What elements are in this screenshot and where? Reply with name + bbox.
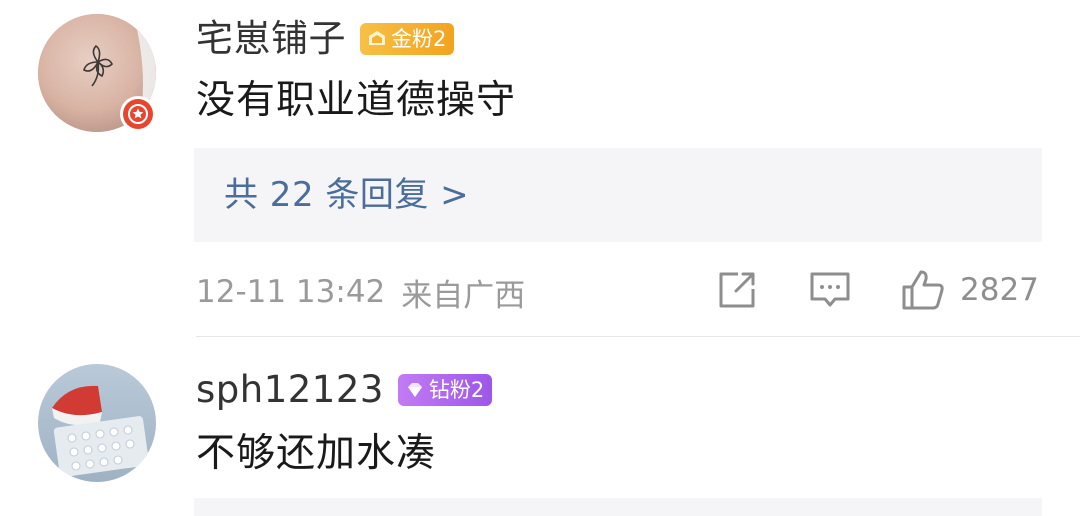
username[interactable]: 宅崽铺子 [196,16,346,62]
like-button[interactable]: 2827 [900,268,1039,312]
comment-text: 没有职业道德操守 [196,78,517,123]
crown-icon [369,31,385,45]
timestamp: 12-11 13:42 [196,274,386,310]
comment-item: 宅崽铺子 金粉2 没有职业道德操守 共 22 条回复 > 12-11 13:42… [0,0,1080,336]
comment-meta: 12-11 13:42 来自广西 [196,270,525,314]
username[interactable]: sph12123 [196,367,384,413]
comment-button[interactable] [808,268,852,312]
name-row: sph12123 钻粉2 [196,367,493,413]
like-count: 2827 [960,272,1039,308]
reply-summary-box[interactable] [194,498,1042,516]
diamond-icon [407,383,422,397]
thumbs-up-icon [902,270,944,310]
comment-item: sph12123 钻粉2 不够还加水凑 [0,337,1080,516]
comment-icon [810,272,850,307]
reply-summary-box[interactable]: 共 22 条回复 > [194,148,1042,242]
comment-list: 宅崽铺子 金粉2 没有职业道德操守 共 22 条回复 > 12-11 13:42… [0,0,1080,516]
comment-text: 不够还加水凑 [196,431,437,476]
share-icon [719,272,755,308]
avatar-image [38,364,156,482]
fan-level-badge[interactable]: 钻粉2 [397,374,493,406]
user-avatar[interactable] [38,364,156,482]
name-row: 宅崽铺子 金粉2 [196,16,455,62]
fan-level-badge[interactable]: 金粉2 [360,23,455,55]
location: 来自广西 [401,277,526,314]
fan-badge-label: 钻粉2 [428,378,485,402]
verified-star-icon [120,96,156,132]
view-replies-link[interactable]: 共 22 条回复 > [224,172,469,218]
share-button[interactable] [716,268,758,312]
user-avatar[interactable] [38,14,156,132]
fan-badge-label: 金粉2 [391,27,447,51]
